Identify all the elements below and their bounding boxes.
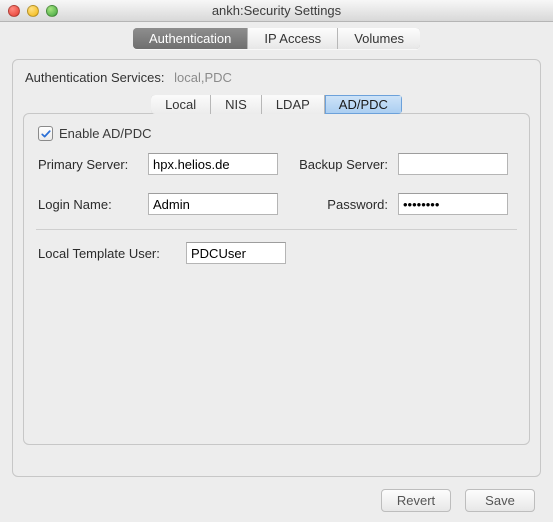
minimize-icon[interactable]: [27, 5, 39, 17]
titlebar: ankh:Security Settings: [0, 0, 553, 22]
local-template-row: Local Template User:: [38, 242, 515, 264]
save-button[interactable]: Save: [465, 489, 535, 512]
window-title: ankh:Security Settings: [0, 3, 553, 18]
auth-services-label: Authentication Services:: [25, 70, 164, 85]
divider: [36, 229, 517, 230]
check-icon: [40, 128, 52, 140]
window-controls: [8, 5, 58, 17]
auth-subtabs: Local NIS LDAP AD/PDC: [23, 95, 530, 114]
backup-server-label: Backup Server:: [288, 157, 388, 172]
tab-ip-access[interactable]: IP Access: [248, 28, 338, 49]
login-name-input[interactable]: [148, 193, 278, 215]
adpdc-panel: Enable AD/PDC Primary Server: Backup Ser…: [23, 113, 530, 445]
local-template-label: Local Template User:: [38, 246, 178, 261]
zoom-icon[interactable]: [46, 5, 58, 17]
subtab-nis[interactable]: NIS: [211, 95, 262, 114]
primary-server-label: Primary Server:: [38, 157, 138, 172]
subtab-local[interactable]: Local: [151, 95, 211, 114]
tab-volumes[interactable]: Volumes: [338, 28, 420, 49]
password-input[interactable]: [398, 193, 508, 215]
enable-adpdc-checkbox[interactable]: [38, 126, 53, 141]
tab-authentication[interactable]: Authentication: [133, 28, 248, 49]
footer-buttons: Revert Save: [0, 483, 553, 522]
revert-button[interactable]: Revert: [381, 489, 451, 512]
enable-adpdc-label: Enable AD/PDC: [59, 126, 152, 141]
close-icon[interactable]: [8, 5, 20, 17]
local-template-input[interactable]: [186, 242, 286, 264]
login-name-label: Login Name:: [38, 197, 138, 212]
auth-services-value: local,PDC: [174, 70, 232, 85]
enable-adpdc-row: Enable AD/PDC: [38, 126, 515, 141]
server-login-grid: Primary Server: Backup Server: Login Nam…: [38, 153, 515, 215]
subtab-adpdc[interactable]: AD/PDC: [325, 95, 402, 114]
auth-services-row: Authentication Services: local,PDC: [23, 70, 530, 95]
backup-server-input[interactable]: [398, 153, 508, 175]
subtab-ldap[interactable]: LDAP: [262, 95, 325, 114]
password-label: Password:: [288, 197, 388, 212]
authentication-panel: Authentication Services: local,PDC Local…: [12, 59, 541, 477]
main-tabs: Authentication IP Access Volumes: [0, 22, 553, 51]
primary-server-input[interactable]: [148, 153, 278, 175]
